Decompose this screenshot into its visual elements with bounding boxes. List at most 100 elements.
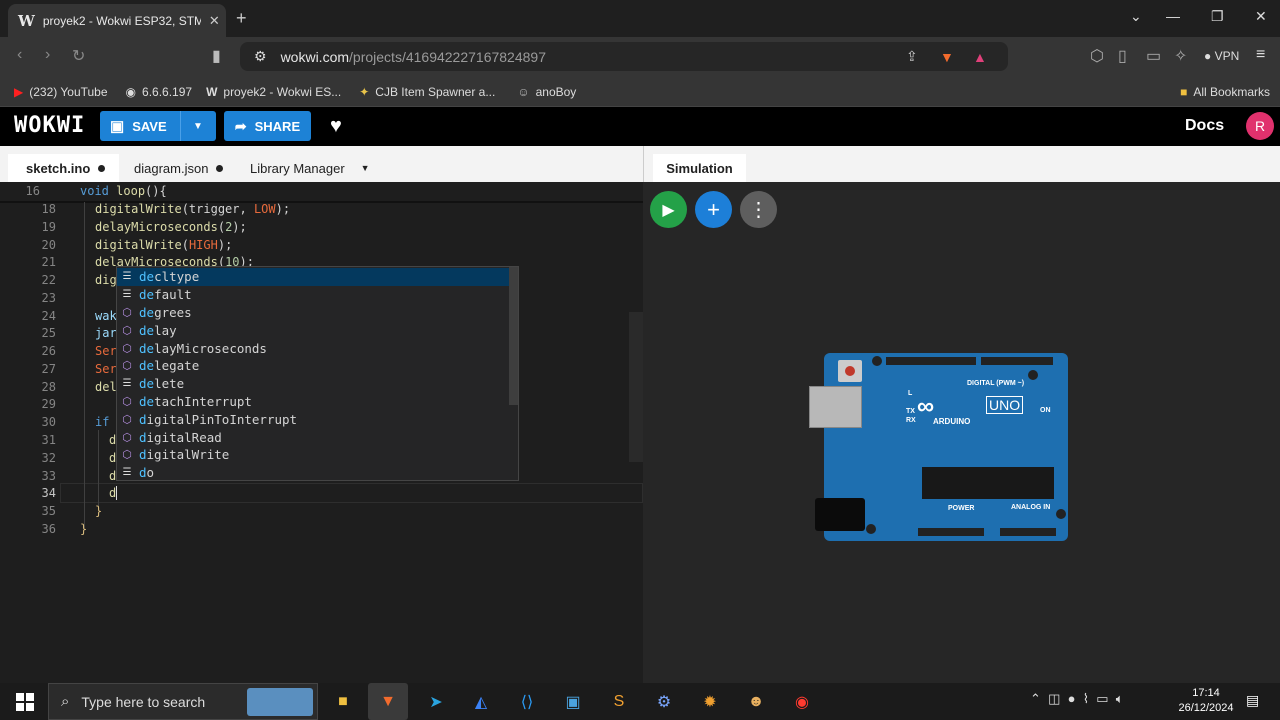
share-button[interactable]: ➦ SHARE bbox=[224, 111, 311, 141]
save-button[interactable]: ▣ SAVE ▼ bbox=[100, 111, 216, 141]
vscode-icon[interactable]: ⟨⟩ bbox=[515, 690, 539, 714]
code-line: Ser bbox=[95, 362, 117, 376]
windows-start-icon[interactable] bbox=[16, 693, 34, 716]
bookmark-label: 6.6.6.197 bbox=[142, 84, 193, 99]
minimize-icon[interactable]: — bbox=[1166, 8, 1180, 24]
chevron-down-icon[interactable]: ▼ bbox=[193, 121, 203, 132]
extensions-icon[interactable]: ⬡ bbox=[1090, 46, 1104, 66]
docs-link[interactable]: Docs bbox=[1185, 117, 1224, 135]
share-arrow-icon: ➦ bbox=[234, 117, 247, 134]
autocomplete-label: delay bbox=[139, 322, 177, 338]
autocomplete-item[interactable]: ⬡ digitalPinToInterrupt bbox=[117, 410, 509, 428]
bookmark-youtube[interactable]: ▶ (232) YouTube bbox=[14, 85, 108, 99]
keyword-icon: ☰ bbox=[122, 378, 132, 390]
tab-sketch[interactable]: sketch.ino bbox=[8, 154, 119, 182]
avatar[interactable]: R bbox=[1246, 112, 1274, 140]
autocomplete-item[interactable]: ⬡ detachInterrupt bbox=[117, 393, 509, 411]
anydesk-icon[interactable]: ◭ bbox=[469, 690, 493, 714]
autocomplete-item[interactable]: ☰ delete bbox=[117, 375, 509, 393]
wokwi-logo[interactable]: WOKWI bbox=[14, 113, 85, 138]
vpn-button[interactable]: ● VPN bbox=[1204, 49, 1239, 63]
caret-down-icon[interactable]: ▼ bbox=[361, 163, 370, 173]
l-label: L bbox=[908, 390, 913, 397]
telegram-icon[interactable]: ➤ bbox=[424, 690, 448, 714]
brave-shield-icon[interactable]: ▼ bbox=[940, 49, 954, 65]
reload-icon[interactable]: ↻ bbox=[72, 46, 85, 66]
youtube-icon: ▶ bbox=[14, 84, 24, 99]
digital-header-right[interactable] bbox=[981, 357, 1053, 365]
forward-icon[interactable]: › bbox=[45, 46, 50, 64]
heart-icon[interactable]: ♥ bbox=[330, 115, 342, 138]
add-part-button[interactable]: + bbox=[695, 191, 732, 228]
notification-icon[interactable]: ▤ bbox=[1246, 692, 1259, 709]
tab-diagram[interactable]: diagram.json bbox=[134, 154, 224, 182]
autocomplete-label: digitalPinToInterrupt bbox=[139, 411, 298, 427]
menu-icon[interactable]: ≡ bbox=[1256, 46, 1265, 64]
autocomplete-item[interactable]: ⬡ delay bbox=[117, 321, 509, 339]
bookmark-cjb[interactable]: ✦ CJB Item Spawner a... bbox=[359, 85, 495, 99]
bookmark-anoboy[interactable]: ☺ anoBoy bbox=[517, 85, 576, 99]
wallet-icon[interactable]: ▭ bbox=[1146, 46, 1161, 66]
close-window-icon[interactable]: ✕ bbox=[1255, 8, 1267, 25]
back-icon[interactable]: ‹ bbox=[17, 46, 22, 64]
bookmark-ip[interactable]: ◉ 6.6.6.197 bbox=[126, 85, 193, 99]
close-tab-icon[interactable]: ✕ bbox=[209, 13, 220, 29]
power-header[interactable] bbox=[918, 528, 984, 536]
play-button[interactable]: ▶ bbox=[650, 191, 687, 228]
file-explorer-icon[interactable]: ■ bbox=[331, 690, 355, 714]
simulation-canvas[interactable]: ▶ + ⋮ DIGITAL (PWM ~) ∞ UNO ARDUINO TX R… bbox=[643, 182, 1280, 683]
restore-icon[interactable]: ❐ bbox=[1211, 8, 1224, 25]
all-bookmarks-label: All Bookmarks bbox=[1193, 84, 1270, 99]
sublime-icon[interactable]: S bbox=[607, 690, 631, 714]
browser-tab-active[interactable]: W proyek2 - Wokwi ESP32, STM3 ✕ bbox=[8, 4, 226, 37]
autocomplete-label: delete bbox=[139, 376, 185, 392]
keyword-icon: ☰ bbox=[122, 271, 132, 283]
reset-button[interactable] bbox=[838, 360, 862, 382]
address-bar[interactable]: ⚙ wokwi.com/projects/416942227167824897 … bbox=[240, 42, 1008, 71]
autocomplete-item[interactable]: ☰ do bbox=[117, 464, 509, 480]
autocomplete-item[interactable]: ⬡ digitalWrite bbox=[117, 446, 509, 464]
character-app-icon[interactable]: ☻ bbox=[744, 690, 768, 714]
network-app-icon[interactable]: ⚙ bbox=[652, 690, 676, 714]
all-bookmarks[interactable]: ■ All Bookmarks bbox=[1180, 85, 1270, 99]
digital-header-left[interactable] bbox=[886, 357, 976, 365]
sidebar-icon[interactable]: ▯ bbox=[1118, 46, 1127, 66]
analog-header[interactable] bbox=[1000, 528, 1056, 536]
function-cube-icon: ⬡ bbox=[122, 448, 132, 462]
function-cube-icon: ⬡ bbox=[122, 359, 132, 373]
autocomplete-scrollbar[interactable] bbox=[509, 267, 518, 405]
autocomplete-item[interactable]: ☰ default bbox=[117, 286, 509, 304]
editor-scrollbar[interactable] bbox=[629, 312, 643, 462]
autocomplete-item[interactable]: ⬡ delegate bbox=[117, 357, 509, 375]
bookmark-wokwi[interactable]: Wproyek2 - Wokwi ES... bbox=[206, 85, 341, 99]
function-cube-icon: ⬡ bbox=[122, 430, 132, 444]
keyword-icon: ☰ bbox=[122, 467, 132, 479]
game-app-icon[interactable]: ✹ bbox=[698, 690, 722, 714]
tab-library-manager[interactable]: Library Manager ▼ bbox=[250, 154, 370, 182]
record-icon[interactable]: ◉ bbox=[790, 690, 814, 714]
autocomplete-item[interactable]: ☰ decltype bbox=[117, 268, 509, 286]
taskbar-clock[interactable]: 17:14 26/12/2024 bbox=[1172, 686, 1240, 716]
code-line: Ser bbox=[95, 344, 117, 358]
function-cube-icon: ⬡ bbox=[122, 412, 132, 426]
more-options-button[interactable]: ⋮ bbox=[740, 191, 777, 228]
brave-rewards-icon[interactable]: ▲ bbox=[973, 49, 987, 65]
share-page-icon[interactable]: ⇪ bbox=[906, 48, 918, 65]
site-info-icon[interactable]: ⚙ bbox=[254, 48, 267, 65]
url-path: /projects/416942227167824897 bbox=[349, 48, 546, 65]
analog-label: ANALOG IN bbox=[1011, 504, 1051, 511]
app-window-icon[interactable]: ▣ bbox=[561, 690, 585, 714]
line-number: 22 bbox=[41, 273, 56, 287]
taskbar-search[interactable]: ⌕ Type here to search bbox=[48, 683, 318, 720]
autocomplete-item[interactable]: ⬡ degrees bbox=[117, 304, 509, 322]
bookmark-icon[interactable]: ▮ bbox=[212, 46, 221, 66]
autocomplete-item[interactable]: ⬡ delayMicroseconds bbox=[117, 339, 509, 357]
taskbar-brave-active[interactable]: ▼ bbox=[368, 683, 408, 720]
leo-ai-icon[interactable]: ✧ bbox=[1174, 46, 1187, 66]
tab-search-icon[interactable]: ⌄ bbox=[1130, 8, 1142, 25]
autocomplete-list[interactable]: ☰ decltype ☰ default ⬡ degrees ⬡ delay ⬡ delayMic… bbox=[116, 266, 519, 481]
tab-simulation[interactable]: Simulation bbox=[653, 154, 746, 182]
system-tray[interactable]: ⌃ ◫ ● ⌇ ▭ 🔈︎ bbox=[1030, 691, 1124, 707]
new-tab-icon[interactable]: + bbox=[236, 8, 247, 29]
autocomplete-item[interactable]: ⬡ digitalRead bbox=[117, 428, 509, 446]
